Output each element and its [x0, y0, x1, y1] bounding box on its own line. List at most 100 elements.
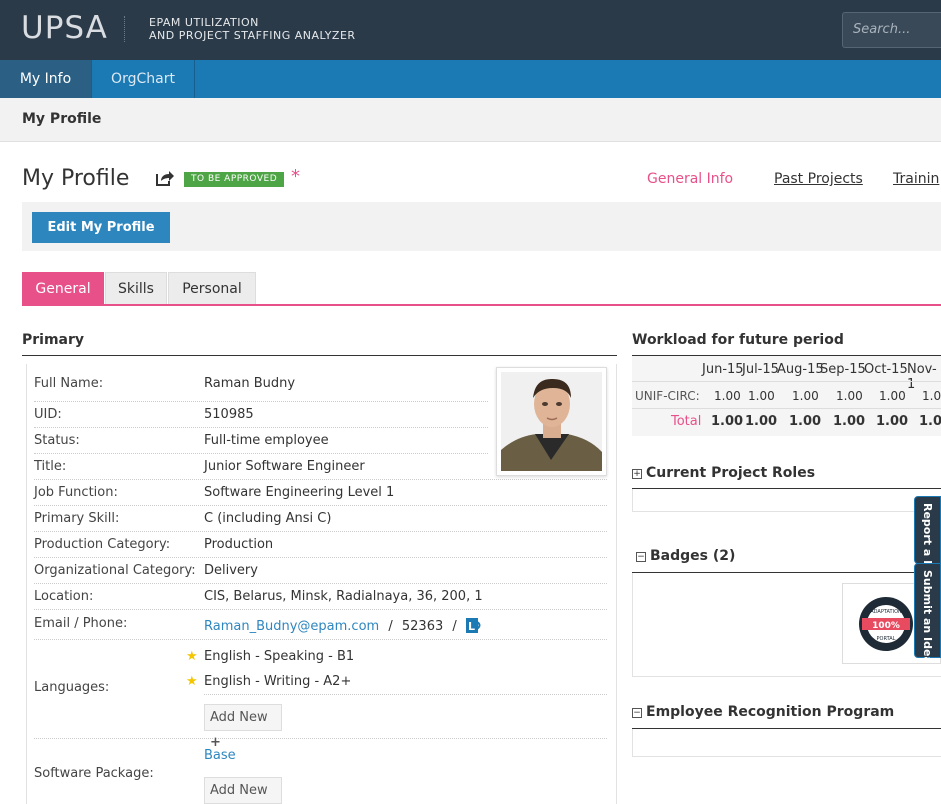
language-item: English - Writing - A2+: [204, 674, 352, 689]
badge-mid-text: 100%: [872, 621, 900, 631]
workload-value: 1.00: [792, 389, 819, 403]
field-label: UID:: [34, 407, 62, 422]
expand-icon[interactable]: +: [632, 469, 642, 479]
row-divider: [34, 427, 488, 428]
row-divider: [34, 557, 607, 558]
action-bar: Edit My Profile: [22, 202, 941, 251]
app-subtitle-line2: AND PROJECT STAFFING ANALYZER: [149, 29, 356, 42]
submit-idea-label: Submit an Idea: [921, 570, 934, 664]
row-divider: [632, 408, 941, 409]
field-label: Primary Skill:: [34, 511, 120, 526]
adaptation-badge-icon: 100% ADAPTATION PORTAL: [859, 597, 913, 651]
workload-total-value: 1.00: [745, 414, 778, 429]
workload-value: 1.00: [714, 389, 741, 403]
required-asterisk: *: [291, 166, 300, 187]
row-divider: [34, 453, 488, 454]
workload-total-label: Total: [671, 414, 702, 429]
production-category-value: Production: [204, 537, 274, 552]
profile-subtabs: General Skills Personal: [22, 272, 941, 306]
full-name-value: Raman Budny: [204, 376, 296, 391]
status-badge: TO BE APPROVED: [184, 172, 285, 187]
workload-month: Nov-1: [907, 362, 937, 392]
row-divider: [34, 401, 488, 402]
collapse-icon[interactable]: −: [632, 708, 642, 718]
row-divider: [34, 531, 607, 532]
location-value: CIS, Belarus, Minsk, Radialnaya, 36, 200…: [204, 589, 483, 604]
search-input[interactable]: Search...: [842, 12, 941, 48]
workload-value: 1.00: [748, 389, 775, 403]
field-label: Status:: [34, 433, 80, 448]
subtab-personal[interactable]: Personal: [168, 272, 256, 304]
job-function-value: Software Engineering Level 1: [204, 485, 395, 500]
share-icon[interactable]: [155, 169, 175, 191]
workload-month: Jul-15: [742, 362, 779, 377]
row-divider: [204, 694, 607, 695]
nav-tab-orgchart[interactable]: OrgChart: [92, 60, 194, 98]
field-label: Title:: [34, 459, 67, 474]
subtab-skills[interactable]: Skills: [105, 272, 167, 304]
top-header: UPSA EPAM UTILIZATION AND PROJECT STAFFI…: [0, 0, 941, 60]
row-divider: [34, 738, 607, 739]
status-value: Full-time employee: [204, 433, 329, 448]
field-label: Languages:: [34, 680, 110, 695]
field-label: Software Package:: [34, 766, 154, 781]
field-label: Job Function:: [34, 485, 118, 500]
collapse-icon[interactable]: −: [636, 552, 646, 562]
main-nav: My Info OrgChart: [0, 60, 941, 98]
software-package-value: Base: [204, 748, 236, 763]
erp-header[interactable]: − Employee Recognition Program: [632, 704, 894, 720]
app-subtitle-line1: EPAM UTILIZATION: [149, 16, 259, 29]
app-logo[interactable]: UPSA: [21, 10, 108, 46]
field-label: Full Name:: [34, 376, 104, 391]
add-language-button[interactable]: Add New +: [204, 704, 282, 750]
field-label: Organizational Category:: [34, 563, 196, 578]
primary-skill-value: C (including Ansi C): [204, 511, 332, 526]
software-package-link[interactable]: Base: [204, 748, 236, 763]
project-roles-header[interactable]: + Current Project Roles: [632, 465, 815, 481]
submit-idea-tab[interactable]: Submit an Idea: [914, 563, 941, 664]
nav-tab-my-info[interactable]: My Info: [0, 60, 91, 98]
tab-general-info[interactable]: General Info: [647, 171, 733, 187]
badge-top-text: ADAPTATION: [870, 609, 902, 615]
email-link[interactable]: Raman_Budny@epam.com: [204, 619, 379, 634]
erp-panel: [632, 729, 941, 757]
primary-section-title: Primary: [22, 332, 85, 348]
badge-bottom-text: PORTAL: [877, 636, 896, 642]
project-roles-panel: [632, 489, 941, 512]
section-divider: [22, 355, 617, 356]
row-divider: [34, 505, 607, 506]
workload-month: Oct-15: [864, 362, 908, 377]
tab-past-projects[interactable]: Past Projects: [774, 171, 863, 187]
phone-value: 52363: [401, 619, 444, 634]
report-bug-label: Report a B: [921, 503, 934, 569]
contact-value: Raman_Budny@epam.com / 52363 / L: [204, 618, 482, 634]
organizational-category-value: Delivery: [204, 563, 258, 578]
field-label: Production Category:: [34, 537, 171, 552]
workload-value: 1.0: [922, 389, 941, 403]
row-divider: [34, 583, 607, 584]
logo-divider: [124, 16, 125, 42]
field-label: Email / Phone:: [34, 616, 128, 631]
workload-title: Workload for future period: [632, 332, 844, 348]
row-divider: [632, 381, 941, 382]
badges-header[interactable]: − Badges (2): [636, 548, 735, 564]
add-software-button[interactable]: Add New +: [204, 777, 282, 804]
breadcrumb-bar: My Profile: [0, 98, 941, 142]
nav-divider: [194, 60, 195, 98]
row-divider: [34, 479, 607, 480]
report-bug-tab[interactable]: Report a B: [914, 496, 941, 569]
field-label: Location:: [34, 589, 94, 604]
lync-icon[interactable]: L: [465, 618, 482, 633]
add-button-label: Add New: [210, 783, 268, 798]
subtab-general[interactable]: General: [22, 272, 104, 304]
workload-month: Jun-15: [702, 362, 744, 377]
uid-value: 510985: [204, 407, 254, 422]
workload-value: 1.00: [836, 389, 863, 403]
row-divider: [34, 639, 607, 640]
tab-trainings[interactable]: Trainin: [893, 171, 939, 187]
star-icon: ★: [186, 674, 198, 689]
app-subtitle: EPAM UTILIZATION AND PROJECT STAFFING AN…: [149, 16, 356, 42]
svg-text:L: L: [468, 620, 475, 633]
row-divider: [34, 609, 607, 610]
edit-profile-button[interactable]: Edit My Profile: [32, 212, 170, 243]
